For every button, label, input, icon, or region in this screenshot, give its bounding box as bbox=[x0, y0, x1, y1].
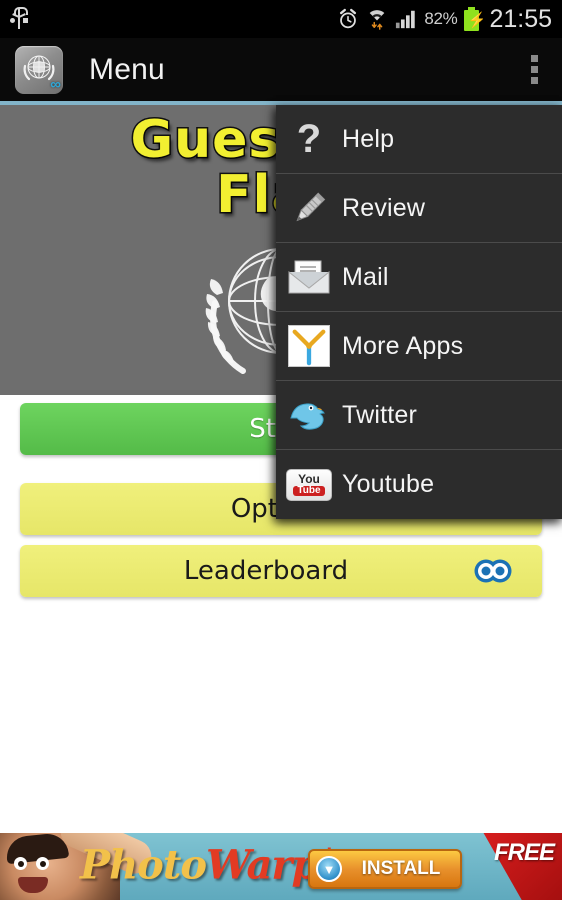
alarm-clock-icon bbox=[340, 8, 357, 29]
download-arrow-icon: ▼ bbox=[316, 856, 342, 882]
youtube-icon: You Tube bbox=[276, 468, 342, 501]
menu-item-review[interactable]: Review bbox=[276, 174, 562, 243]
overflow-dot bbox=[530, 77, 538, 84]
menu-item-help[interactable]: ? Help bbox=[276, 105, 562, 174]
app-logo-icon[interactable]: ∞ bbox=[15, 45, 63, 94]
menu-item-label: Youtube bbox=[342, 470, 435, 498]
leaderboard-button[interactable]: Leaderboard bbox=[20, 545, 542, 597]
overflow-dot bbox=[530, 66, 538, 73]
overflow-dot bbox=[530, 55, 538, 62]
menu-item-label: Help bbox=[342, 124, 395, 153]
wifi-icon bbox=[369, 10, 385, 30]
battery-percent-label: 82% bbox=[424, 9, 458, 28]
envelope-icon bbox=[276, 260, 342, 294]
ad-install-label: INSTALL bbox=[361, 858, 441, 879]
menu-item-label: Review bbox=[342, 193, 426, 222]
usb-icon bbox=[10, 7, 28, 31]
ad-install-button[interactable]: ▼ INSTALL bbox=[308, 849, 462, 889]
status-bar-right: 82% ⚡ 21:55 bbox=[337, 5, 562, 34]
menu-item-label: Twitter bbox=[342, 400, 418, 429]
menu-item-more-apps[interactable]: More Apps bbox=[276, 312, 562, 381]
signal-bars-icon bbox=[396, 10, 416, 29]
menu-item-youtube[interactable]: You Tube Youtube bbox=[276, 450, 562, 519]
twitter-bird-icon bbox=[276, 398, 342, 432]
question-mark-icon: ? bbox=[296, 117, 322, 161]
overflow-dropdown-menu: ? Help Review Mail More Apps Twitter You… bbox=[276, 105, 562, 519]
battery-charging-icon: ⚡ bbox=[464, 7, 486, 31]
more-apps-icon bbox=[276, 325, 342, 367]
app-icon-badge: ∞ bbox=[50, 75, 61, 93]
ad-brand-part1: Photo bbox=[80, 841, 207, 889]
leaderboard-button-label: Leaderboard bbox=[183, 556, 349, 586]
overflow-menu-icon[interactable] bbox=[506, 38, 562, 101]
status-bar-clock: 21:55 bbox=[489, 4, 552, 33]
ad-banner[interactable]: PhotoWarp+ ▼ INSTALL FREE bbox=[0, 833, 562, 900]
menu-item-label: Mail bbox=[342, 262, 389, 291]
pencil-icon bbox=[276, 187, 342, 229]
phone-screen: 82% ⚡ 21:55 ∞ Menu Guess Leaderboard ? H… bbox=[0, 0, 562, 900]
menu-item-twitter[interactable]: Twitter bbox=[276, 381, 562, 450]
scoreloop-icon bbox=[474, 559, 512, 583]
ad-brand-part2: Warp bbox=[206, 841, 319, 889]
action-bar: ∞ Menu bbox=[0, 38, 562, 101]
ad-brand-logo: PhotoWarp+ bbox=[80, 841, 340, 889]
status-bar-left bbox=[0, 7, 337, 31]
page-title: Menu bbox=[89, 52, 165, 86]
status-bar: 82% ⚡ 21:55 bbox=[0, 0, 562, 38]
menu-item-mail[interactable]: Mail bbox=[276, 243, 562, 312]
ad-free-label: FREE bbox=[493, 839, 555, 866]
menu-item-label: More Apps bbox=[342, 331, 464, 360]
